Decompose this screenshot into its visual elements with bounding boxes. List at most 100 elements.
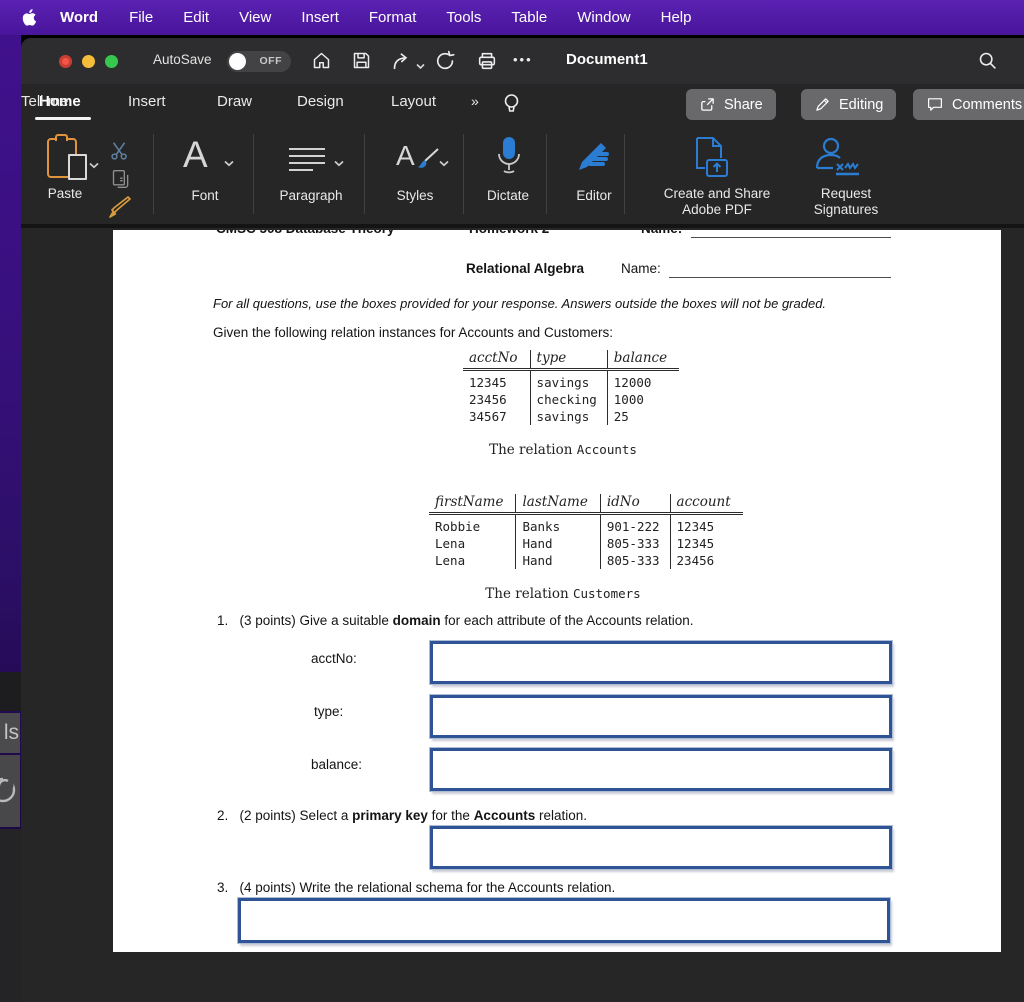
autosave-toggle[interactable]: OFF [227, 51, 291, 72]
doc-header-hw: Homework 2 [469, 230, 549, 236]
font-icon[interactable]: A [183, 134, 208, 176]
editor-label: Editor [576, 188, 612, 203]
copy-icon[interactable] [111, 168, 131, 195]
menu-file[interactable]: File [114, 9, 168, 26]
ribbon: Paste A Font Paragraph A Styles Dictate … [21, 126, 1024, 228]
comments-button[interactable]: Comments [913, 89, 1024, 120]
customers-col-account: account [670, 494, 743, 515]
font-chevron-icon[interactable] [224, 154, 234, 172]
menu-tools[interactable]: Tools [431, 9, 496, 26]
share-icon [701, 98, 714, 111]
toggle-knob [229, 53, 246, 70]
doc-subheader-name-label: Name: [621, 261, 661, 276]
background-window-label[interactable]: ls [0, 713, 20, 753]
document-area[interactable]: CMSC 508 Database Theory Homework 2 Name… [21, 228, 1024, 1002]
paragraph-icon[interactable] [289, 148, 325, 176]
create-share-adobe-pdf-icon[interactable] [689, 134, 733, 187]
table-row: Robbie Banks 901-222 12345 [429, 513, 743, 535]
redo-icon[interactable] [435, 50, 457, 77]
editing-label: Editing [839, 96, 884, 113]
customers-caption: The relation Customers [443, 586, 683, 602]
q2-answer-box[interactable] [430, 826, 892, 869]
q3-answer-box[interactable] [238, 898, 890, 943]
paste-button[interactable] [47, 134, 87, 180]
print-icon[interactable] [476, 50, 498, 77]
styles-chevron-icon[interactable] [439, 154, 449, 172]
editing-button[interactable]: Editing [801, 89, 897, 120]
q1-acctno-answer-box[interactable] [430, 641, 892, 684]
save-icon[interactable] [351, 50, 372, 76]
paragraph-label: Paragraph [279, 188, 343, 203]
caption-name: Accounts [576, 442, 637, 457]
search-icon[interactable] [977, 50, 998, 76]
cell: Robbie [429, 513, 517, 535]
format-painter-icon[interactable] [107, 194, 133, 225]
doc-header-name-line [691, 230, 891, 238]
undo-chevron-icon[interactable] [416, 57, 425, 75]
paste-sheet-icon [68, 154, 87, 180]
menu-format[interactable]: Format [354, 9, 432, 26]
minimize-window-button[interactable] [82, 55, 95, 68]
ls-text: ls [3, 721, 19, 744]
macos-menu-bar: Word File Edit View Insert Format Tools … [0, 0, 1024, 35]
tab-design[interactable]: Design [297, 93, 344, 110]
tab-overflow-chevron[interactable]: » [471, 93, 480, 109]
zoom-window-button[interactable] [105, 55, 118, 68]
menu-edit[interactable]: Edit [168, 9, 224, 26]
home-icon[interactable] [311, 50, 332, 76]
q1-balance-answer-box[interactable] [430, 748, 892, 791]
cell: Banks [515, 513, 601, 535]
paste-chevron-icon[interactable] [89, 156, 99, 174]
group-divider [253, 134, 254, 214]
background-window-icon-panel[interactable] [0, 755, 20, 827]
cut-icon[interactable] [109, 140, 131, 167]
apple-icon[interactable] [20, 8, 36, 27]
menu-help[interactable]: Help [646, 9, 707, 26]
adobe-pdf-label-line1: Create and Share [663, 186, 771, 201]
q1-type-answer-box[interactable] [430, 695, 892, 738]
request-signatures-icon[interactable] [809, 134, 861, 187]
menu-insert[interactable]: Insert [286, 9, 354, 26]
undo-icon[interactable] [389, 50, 411, 77]
menu-window[interactable]: Window [562, 9, 645, 26]
group-divider [624, 134, 625, 214]
lightbulb-icon[interactable] [503, 93, 520, 120]
group-divider [463, 134, 464, 214]
tell-me[interactable]: Tell me [21, 93, 69, 110]
q3-number: 3. [217, 880, 229, 895]
accounts-caption: The relation Accounts [453, 442, 673, 458]
q1-bold: domain [392, 613, 441, 628]
customers-col-firstname: firstName [429, 494, 517, 515]
cell: 1000 [613, 392, 644, 407]
doc-given-line: Given the following relation instances f… [213, 325, 613, 340]
q2-text: (2 points) Select a [239, 808, 353, 823]
cell: checking [530, 391, 608, 408]
clipboard-icon [55, 134, 68, 141]
customers-table: firstName lastName idNo account Robbie B… [429, 494, 743, 569]
more-commands-icon[interactable]: ••• [513, 52, 533, 67]
styles-brush-icon[interactable] [411, 146, 441, 179]
caption-name: Customers [572, 586, 641, 601]
menu-table[interactable]: Table [496, 9, 562, 26]
accounts-col-type: type [530, 350, 608, 371]
cell: Lena [429, 552, 517, 569]
q1-acctno-label: acctNo: [311, 651, 357, 666]
menu-word[interactable]: Word [44, 9, 114, 26]
document-page[interactable]: CMSC 508 Database Theory Homework 2 Name… [113, 230, 1001, 952]
tab-insert[interactable]: Insert [128, 93, 166, 110]
paragraph-chevron-icon[interactable] [334, 154, 344, 172]
editor-icon[interactable] [573, 136, 613, 181]
dictate-icon[interactable] [493, 134, 525, 185]
cell: 12345 [676, 536, 715, 551]
share-button[interactable]: Share [686, 89, 776, 120]
tab-draw[interactable]: Draw [217, 93, 252, 110]
caption-prefix: The relation [485, 586, 573, 602]
doc-subheader-name-line [669, 264, 891, 278]
close-window-button[interactable] [59, 55, 72, 68]
tab-layout[interactable]: Layout [391, 93, 436, 110]
ribbon-tab-row: Home Insert Draw Design Layout » Tell me… [21, 84, 1024, 126]
share-label: Share [724, 96, 763, 113]
comments-icon [928, 98, 942, 111]
menu-view[interactable]: View [224, 9, 286, 26]
q2-text: for the [427, 808, 474, 823]
